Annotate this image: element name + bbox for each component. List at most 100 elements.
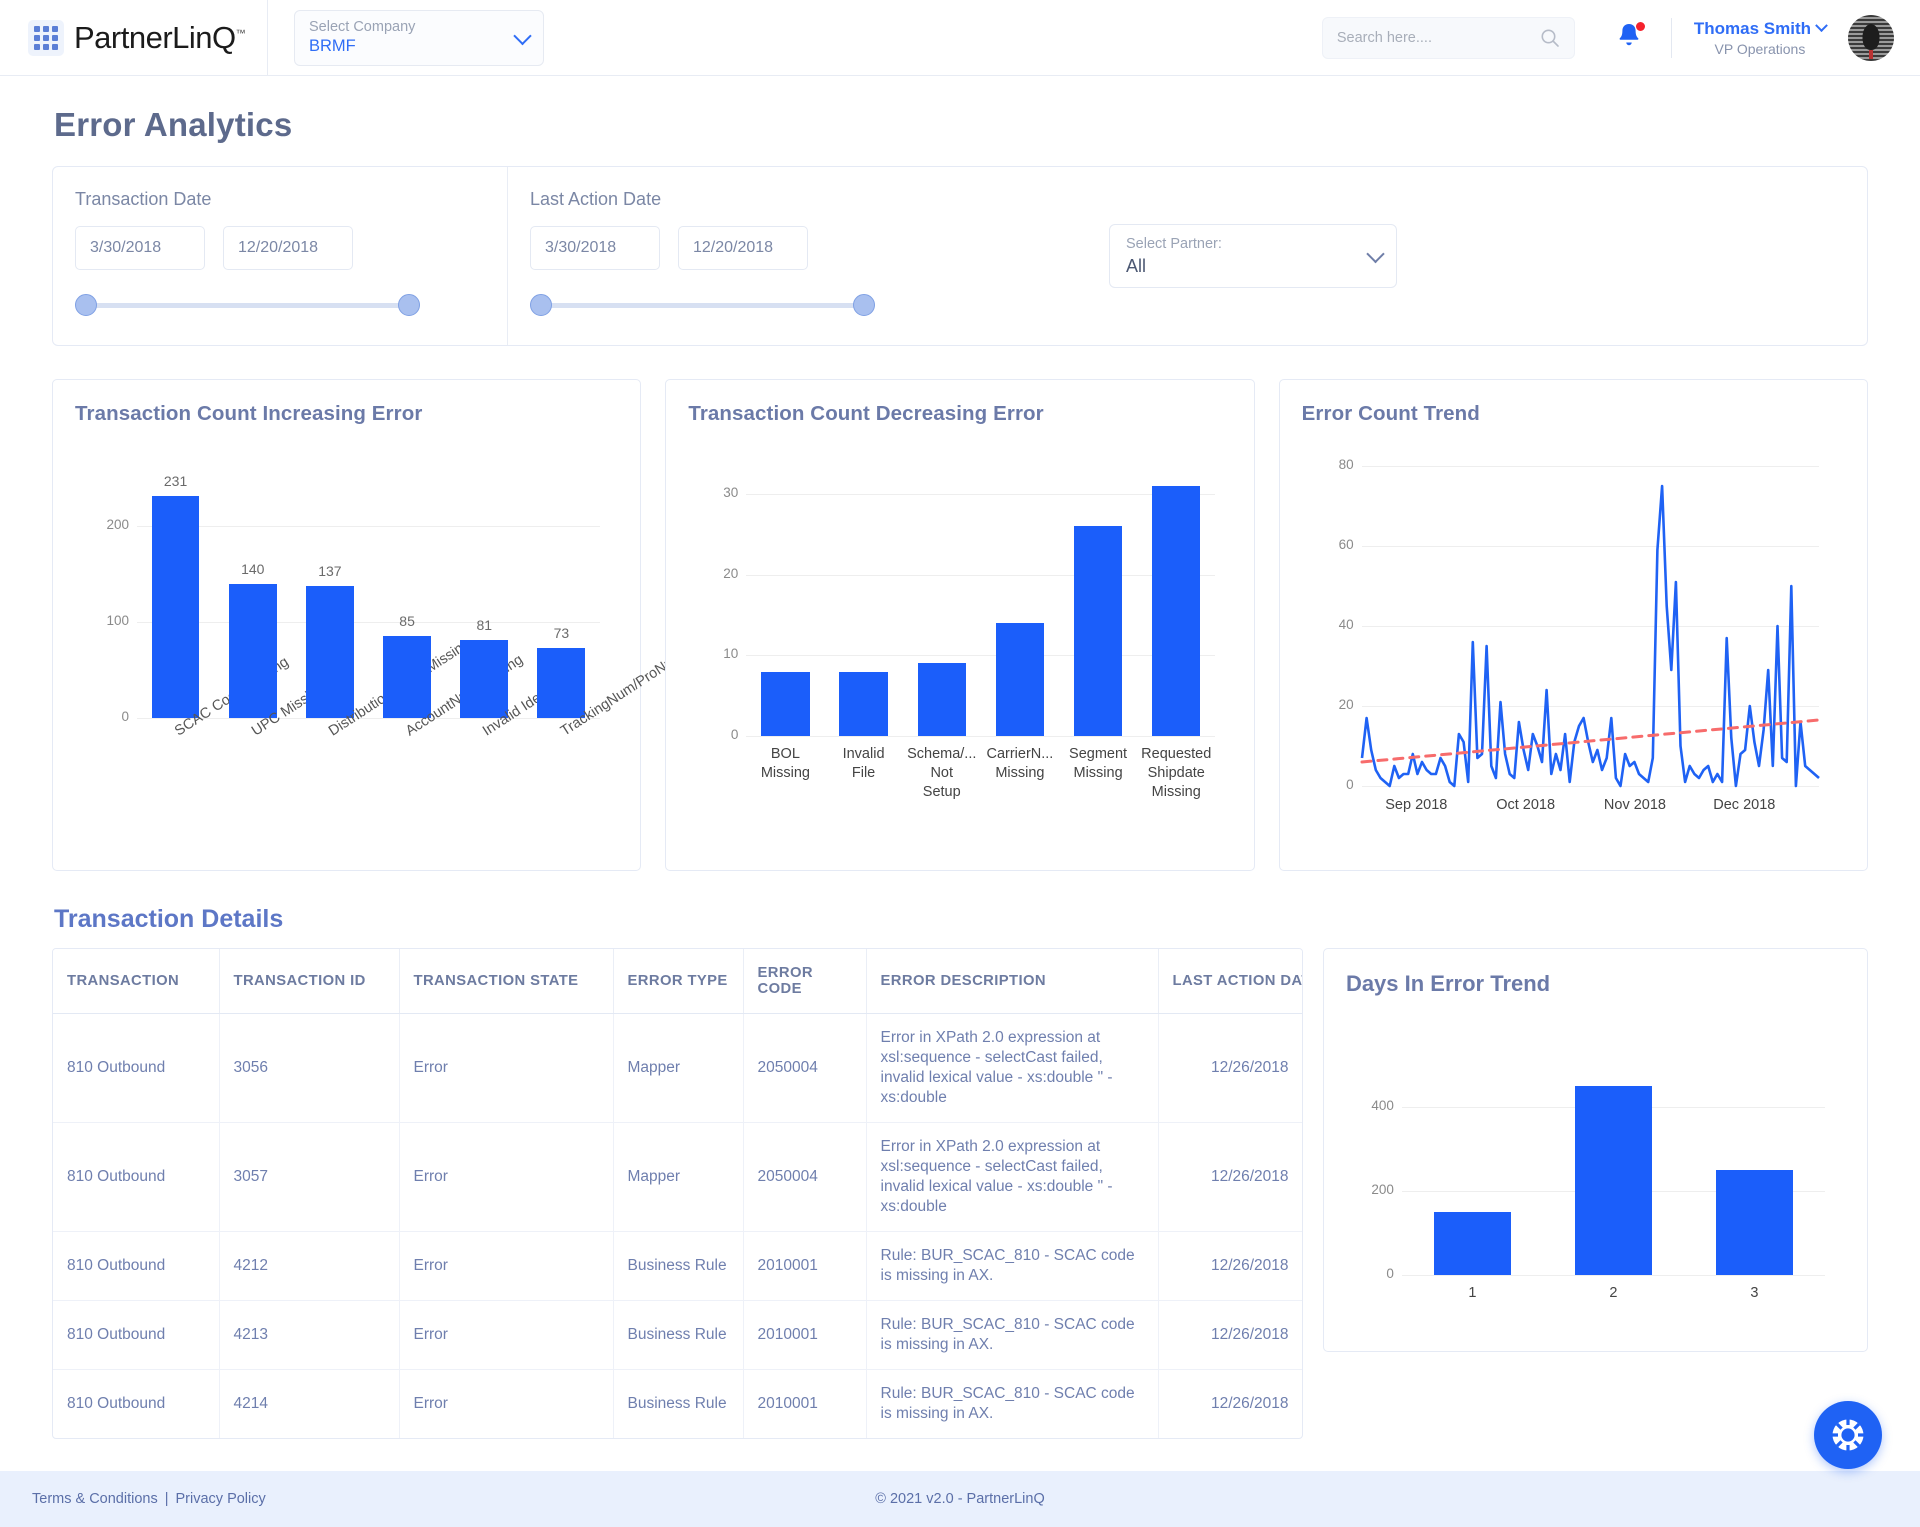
column-header-error-type[interactable]: ERROR TYPE <box>613 949 743 1014</box>
logo-zone[interactable]: PartnerLinQ™ <box>0 0 268 76</box>
bar[interactable] <box>996 623 1044 736</box>
bar[interactable] <box>1434 1212 1512 1275</box>
cell-error-code: 2050004 <box>743 1123 866 1232</box>
table-row[interactable]: 810 Outbound4214ErrorBusiness Rule201000… <box>53 1370 1303 1439</box>
privacy-link[interactable]: Privacy Policy <box>176 1491 266 1507</box>
chart-plot-area[interactable]: 0102030BOLMissingInvalidFileSchema/...No… <box>688 426 1229 846</box>
y-axis-tick: 200 <box>87 517 129 532</box>
bar[interactable] <box>537 648 585 718</box>
details-row: TRANSACTION TRANSACTION ID TRANSACTION S… <box>52 948 1868 1439</box>
cell-transaction-state: Error <box>399 1301 613 1370</box>
help-support-button[interactable] <box>1814 1401 1882 1469</box>
company-select-label: Select Company <box>309 18 529 36</box>
column-header-last-action-date[interactable]: LAST ACTION DATE <box>1158 949 1303 1014</box>
bar[interactable] <box>1575 1086 1653 1275</box>
cell-transaction: 810 Outbound <box>53 1370 219 1439</box>
cell-transaction-id: 4213 <box>219 1301 399 1370</box>
last-action-date-from[interactable]: 3/30/2018 <box>530 226 660 270</box>
bar[interactable] <box>306 586 354 718</box>
column-header-error-code[interactable]: ERROR CODE <box>743 949 866 1014</box>
x-axis-label: Schema/...NotSetup <box>897 745 987 802</box>
x-axis-label: 2 <box>1537 1284 1690 1303</box>
cell-transaction-id: 3056 <box>219 1014 399 1123</box>
x-axis-label: BOLMissing <box>740 745 830 783</box>
user-name-row[interactable]: Thomas Smith <box>1694 19 1826 39</box>
bar[interactable] <box>229 584 277 718</box>
search-icon[interactable] <box>1540 28 1560 48</box>
transaction-date-label: Transaction Date <box>75 189 483 210</box>
bar[interactable] <box>1074 526 1122 736</box>
cell-last-action-date: 12/26/2018 <box>1158 1370 1303 1439</box>
line-series-svg[interactable] <box>1302 426 1843 846</box>
chart-plot-area[interactable]: 020406080 Sep 2018Oct 2018Nov 2018Dec 20… <box>1302 426 1843 846</box>
bar[interactable] <box>383 636 431 718</box>
bar[interactable] <box>460 640 508 718</box>
table-row[interactable]: 810 Outbound3056ErrorMapper2050004Error … <box>53 1014 1303 1123</box>
chart-plot-area[interactable]: 0200400123 <box>1346 997 1849 1327</box>
table-row[interactable]: 810 Outbound4213ErrorBusiness Rule201000… <box>53 1301 1303 1370</box>
bar[interactable] <box>152 496 200 718</box>
table-row[interactable]: 810 Outbound3057ErrorMapper2050004Error … <box>53 1123 1303 1232</box>
bar-value-label: 140 <box>211 561 295 577</box>
partner-select-label: Select Partner: <box>1126 235 1380 254</box>
transaction-date-slider[interactable] <box>75 294 420 316</box>
column-header-transaction-state[interactable]: TRANSACTION STATE <box>399 949 613 1014</box>
last-action-date-slider[interactable] <box>530 294 875 316</box>
bar[interactable] <box>761 672 809 736</box>
cell-transaction-state: Error <box>399 1232 613 1301</box>
partner-select[interactable]: Select Partner: All <box>1109 224 1397 288</box>
y-axis-tick: 0 <box>696 727 738 742</box>
footer-copyright: © 2021 v2.0 - PartnerLinQ <box>875 1491 1044 1507</box>
slider-handle-min[interactable] <box>530 294 552 316</box>
bar[interactable] <box>918 663 966 736</box>
chart-error-count-trend: Error Count Trend 020406080 Sep 2018Oct … <box>1279 379 1868 871</box>
column-header-transaction[interactable]: TRANSACTION <box>53 949 219 1014</box>
chart-transaction-count-decreasing: Transaction Count Decreasing Error 01020… <box>665 379 1254 871</box>
gridline <box>137 526 600 527</box>
company-select-value: BRMF <box>309 36 529 57</box>
slider-handle-max[interactable] <box>398 294 420 316</box>
transaction-date-to[interactable]: 12/20/2018 <box>223 226 353 270</box>
x-axis-label: CarrierN...Missing <box>975 745 1065 783</box>
avatar[interactable] <box>1848 15 1894 61</box>
y-axis-tick: 0 <box>87 709 129 724</box>
search-box[interactable] <box>1322 17 1575 59</box>
x-axis-tick: Sep 2018 <box>1366 796 1466 815</box>
bar[interactable] <box>1716 1170 1794 1275</box>
footer-inner: Terms & Conditions | Privacy Policy © 20… <box>32 1491 1888 1507</box>
gridline <box>746 575 1215 576</box>
cell-transaction: 810 Outbound <box>53 1014 219 1123</box>
header-right: Thomas Smith VP Operations <box>1322 15 1920 61</box>
column-header-transaction-id[interactable]: TRANSACTION ID <box>219 949 399 1014</box>
bar[interactable] <box>1152 486 1200 736</box>
logo-trademark: ™ <box>236 28 246 39</box>
notifications-button[interactable] <box>1615 21 1645 55</box>
slider-handle-min[interactable] <box>75 294 97 316</box>
chart-title: Error Count Trend <box>1302 402 1843 426</box>
bar-value-label: 81 <box>442 617 526 633</box>
cell-last-action-date: 12/26/2018 <box>1158 1232 1303 1301</box>
table-header-row: TRANSACTION TRANSACTION ID TRANSACTION S… <box>53 949 1303 1014</box>
company-select[interactable]: Select Company BRMF <box>294 10 544 66</box>
search-input[interactable] <box>1337 30 1540 46</box>
grid-icon <box>28 20 64 56</box>
user-menu[interactable]: Thomas Smith VP Operations <box>1694 19 1826 57</box>
cell-error-code: 2010001 <box>743 1370 866 1439</box>
terms-link[interactable]: Terms & Conditions <box>32 1491 158 1507</box>
table-row[interactable]: 810 Outbound4212ErrorBusiness Rule201000… <box>53 1232 1303 1301</box>
cell-transaction-state: Error <box>399 1014 613 1123</box>
page-body: Error Analytics Transaction Date 3/30/20… <box>0 76 1920 1471</box>
transaction-date-from[interactable]: 3/30/2018 <box>75 226 205 270</box>
slider-handle-max[interactable] <box>853 294 875 316</box>
last-action-date-to[interactable]: 12/20/2018 <box>678 226 808 270</box>
x-axis-tick: Nov 2018 <box>1585 796 1685 815</box>
bar[interactable] <box>839 672 887 736</box>
column-header-error-description[interactable]: ERROR DESCRIPTION <box>866 949 1158 1014</box>
cell-error-code: 2050004 <box>743 1014 866 1123</box>
transaction-date-inputs: 3/30/2018 12/20/2018 <box>75 226 483 270</box>
chevron-down-icon[interactable] <box>1815 19 1828 32</box>
chart-plot-area[interactable]: 0100200231SCAC Code Missing140UPC Missin… <box>75 426 616 846</box>
logo-text: PartnerLinQ™ <box>74 20 245 56</box>
x-axis-label: 3 <box>1678 1284 1831 1303</box>
cell-transaction: 810 Outbound <box>53 1123 219 1232</box>
